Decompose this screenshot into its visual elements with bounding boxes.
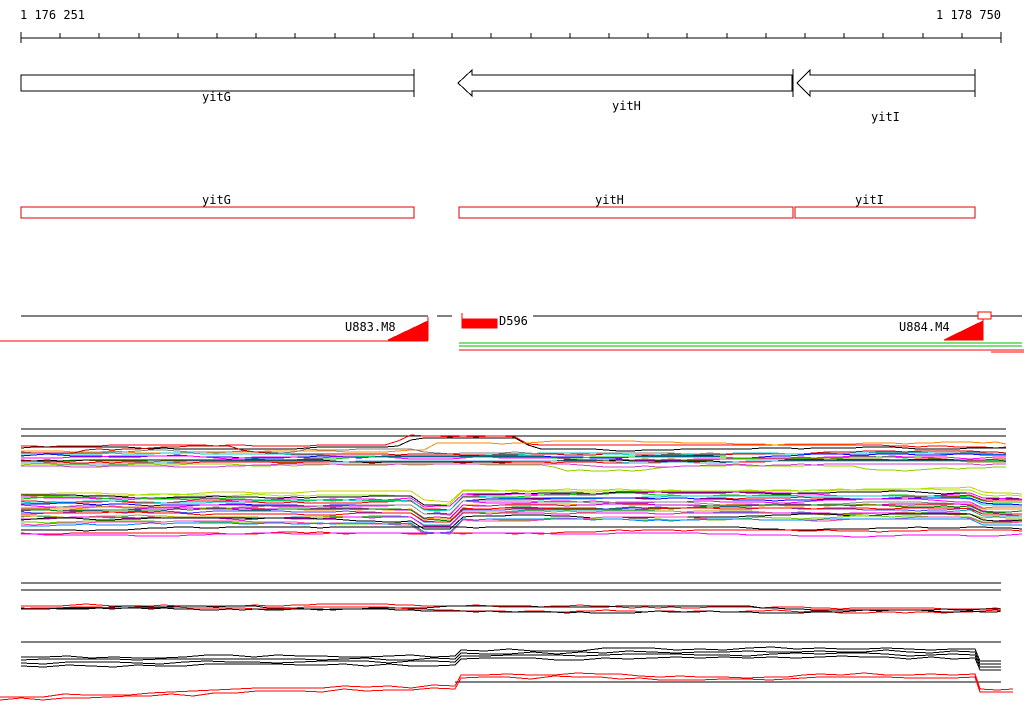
gene-yitI[interactable] — [796, 68, 976, 98]
feature-label-yitH: yitH — [595, 193, 624, 207]
profile-line — [21, 607, 1002, 614]
feature-box-yitG[interactable] — [20, 206, 415, 219]
profile-line — [0, 675, 1013, 701]
gene-yitH[interactable] — [457, 68, 793, 98]
feature-label-yitI: yitI — [855, 193, 884, 207]
marker-label-d596: D596 — [498, 314, 529, 328]
genome-browser-view: 1 176 251 1 178 750 yitG yitH yitI yitG … — [0, 0, 1024, 714]
feature-box-yitH[interactable] — [458, 206, 794, 219]
ruler-start-label: 1 176 251 — [20, 8, 86, 22]
marker-bar-d596[interactable] — [461, 318, 498, 329]
feature-box-yitI[interactable] — [794, 206, 976, 219]
marker-label-u883-m8: U883.M8 — [345, 320, 396, 334]
gene-label-yitI: yitI — [871, 110, 900, 124]
profile-line — [21, 526, 1023, 532]
gene-label-yitG: yitG — [202, 90, 231, 104]
feature-label-yitG: yitG — [202, 193, 231, 207]
profile-line — [20, 463, 1006, 472]
marker-ramp[interactable] — [943, 320, 984, 341]
tracks-canvas — [0, 32, 1024, 701]
gene-yitG[interactable] — [20, 74, 415, 92]
ruler-end-label: 1 178 750 — [936, 8, 1002, 22]
profile-line — [21, 434, 1007, 449]
profile-line — [20, 652, 1001, 668]
marker-label-u884-m4: U884.M4 — [899, 320, 950, 334]
gene-label-yitH: yitH — [612, 99, 641, 113]
marker-box[interactable] — [977, 311, 992, 320]
